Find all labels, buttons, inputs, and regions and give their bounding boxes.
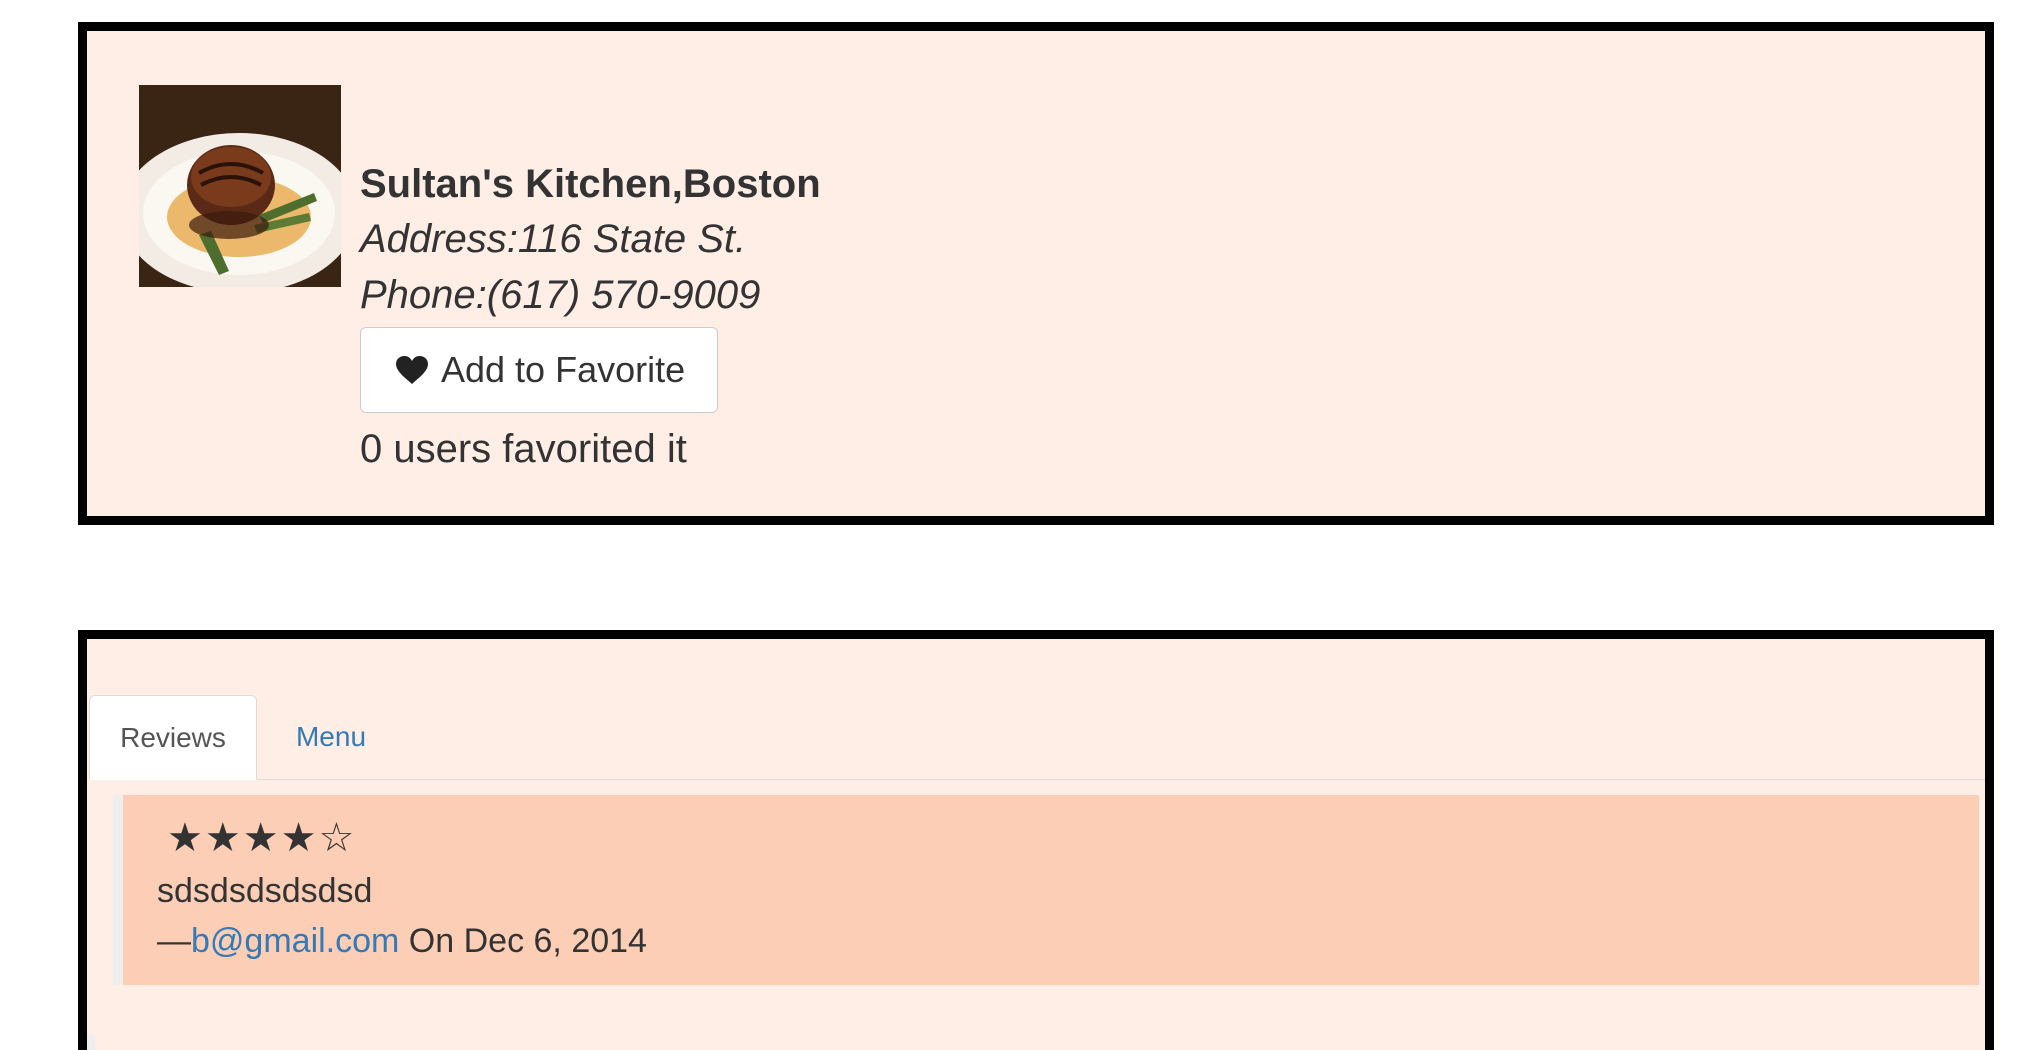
restaurant-phone: Phone:(617) 570-9009 bbox=[360, 273, 761, 317]
review-date: On Dec 6, 2014 bbox=[399, 922, 647, 960]
review-dash: — bbox=[157, 922, 191, 960]
review-item: ★★★★☆ sdsdsdsdsdsd —b@gmail.com On Dec 6… bbox=[113, 795, 1979, 985]
tab-reviews[interactable]: Reviews bbox=[89, 695, 257, 780]
favorite-count: 0 users favorited it bbox=[360, 427, 687, 471]
tab-bar: Reviews Menu bbox=[89, 695, 1985, 780]
restaurant-card: Sultan's Kitchen,Boston Address:116 Stat… bbox=[78, 22, 1994, 525]
review-text: sdsdsdsdsdsd bbox=[157, 872, 373, 910]
review-rating-stars: ★★★★☆ bbox=[167, 815, 357, 861]
reviews-card: Reviews Menu ★★★★☆ sdsdsdsdsdsd —b@gmail… bbox=[78, 630, 1994, 1050]
add-to-favorite-button[interactable]: Add to Favorite bbox=[360, 327, 719, 413]
restaurant-info: Sultan's Kitchen,Boston Address:116 Stat… bbox=[360, 157, 821, 477]
review-author-link[interactable]: b@gmail.com bbox=[191, 922, 399, 960]
page: Sultan's Kitchen,Boston Address:116 Stat… bbox=[0, 0, 2020, 1050]
restaurant-address: Address:116 State St. bbox=[360, 217, 747, 261]
heart-icon bbox=[395, 355, 429, 385]
tab-menu[interactable]: Menu bbox=[257, 695, 405, 779]
review-footer: —b@gmail.com On Dec 6, 2014 bbox=[157, 917, 1979, 965]
restaurant-name: Sultan's Kitchen,Boston bbox=[360, 162, 821, 206]
restaurant-photo bbox=[139, 85, 341, 287]
add-to-favorite-label: Add to Favorite bbox=[441, 349, 686, 390]
content-edge bbox=[87, 1035, 95, 1050]
